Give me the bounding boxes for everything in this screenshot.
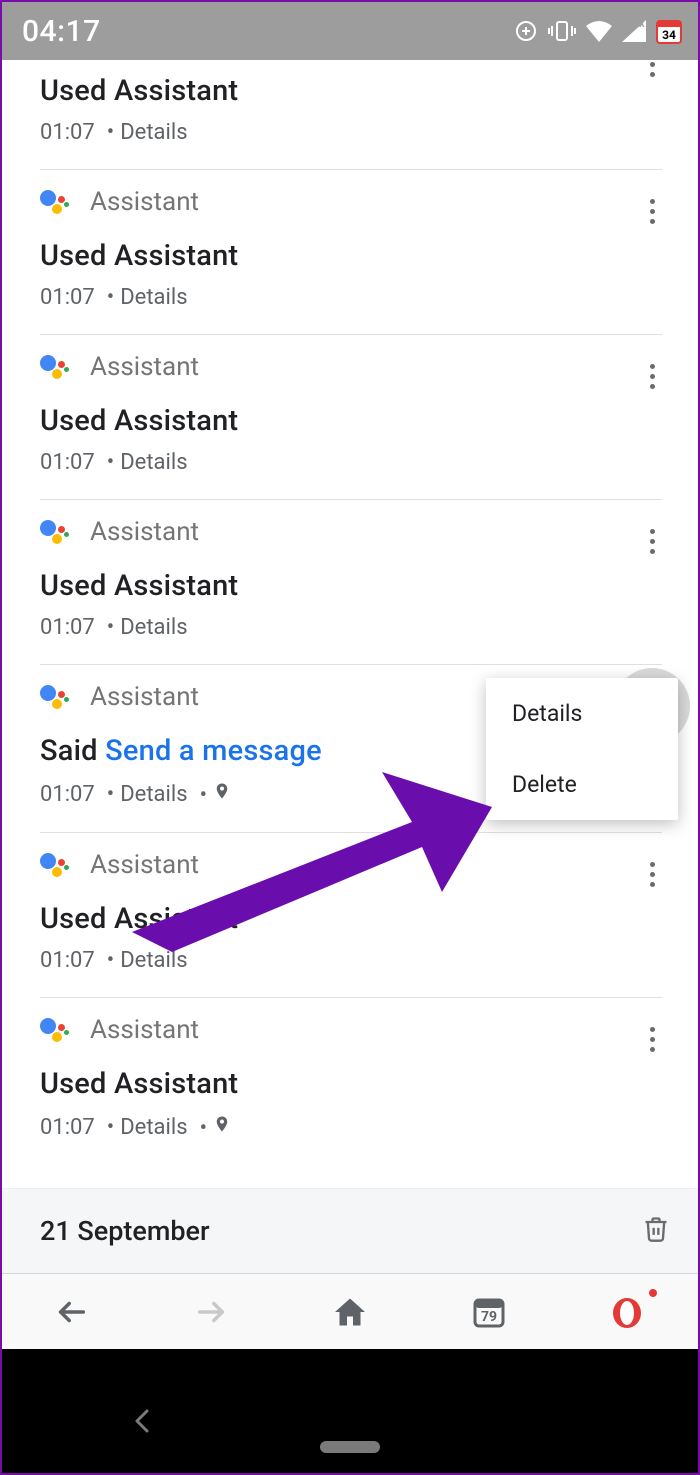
context-menu: Details Delete <box>486 678 678 820</box>
more-options-button[interactable] <box>630 1017 674 1061</box>
svg-text:34: 34 <box>662 28 676 42</box>
activity-time: 01:07 <box>40 782 95 807</box>
menu-item-delete[interactable]: Delete <box>486 749 678 820</box>
more-options-button[interactable] <box>630 354 674 398</box>
nav-forward-button[interactable] <box>176 1287 246 1337</box>
activity-title: Used Assistant <box>40 1067 674 1101</box>
details-link[interactable]: Details <box>101 120 188 145</box>
system-home-pill[interactable] <box>320 1441 380 1453</box>
details-link[interactable]: Details <box>101 948 188 973</box>
activity-item[interactable]: Assistant Used Assistant 01:07 Details <box>2 499 698 664</box>
notification-dot-icon <box>649 1289 657 1297</box>
status-bar: 04:17 X 34 <box>2 2 698 60</box>
activity-time: 01:07 <box>40 285 95 310</box>
source-label: Assistant <box>90 187 199 217</box>
activity-title: Used Assistant <box>40 239 674 273</box>
source-label: Assistant <box>90 352 199 382</box>
delete-day-button[interactable] <box>642 1213 670 1249</box>
activity-title: Used Assistant <box>40 902 674 936</box>
details-link[interactable]: Details <box>101 1115 188 1140</box>
activity-item[interactable]: Assistant Used Assistant 01:07 Details <box>2 832 698 997</box>
activity-subline: 01:07 Details <box>40 450 674 475</box>
status-time: 04:17 <box>22 14 101 49</box>
nav-home-button[interactable] <box>315 1287 385 1337</box>
activity-title: Used Assistant <box>40 569 674 603</box>
data-saver-icon <box>514 19 538 43</box>
more-options-button[interactable] <box>630 852 674 896</box>
status-icons: X 34 <box>514 18 682 44</box>
activity-title: Used Assistant <box>40 74 674 108</box>
activity-title: Used Assistant <box>40 404 674 438</box>
assistant-icon <box>40 353 68 381</box>
nav-tabs-button[interactable]: 79 <box>454 1287 524 1337</box>
activity-time: 01:07 <box>40 120 95 145</box>
activity-item[interactable]: Assistant Used Assistant 01:07 Details <box>2 334 698 499</box>
system-back-button[interactable] <box>132 1407 152 1435</box>
system-nav-bar <box>2 1349 698 1473</box>
activity-time: 01:07 <box>40 450 95 475</box>
source-label: Assistant <box>90 1015 199 1045</box>
nav-back-button[interactable] <box>37 1287 107 1337</box>
activity-list[interactable]: Assistant Used Assistant 01:07 Details A… <box>2 60 698 1273</box>
activity-subline: 01:07 Details <box>40 285 674 310</box>
activity-subline: 01:07 Details <box>40 1113 674 1141</box>
more-options-button[interactable] <box>630 519 674 563</box>
details-link[interactable]: Details <box>101 285 188 310</box>
menu-item-details[interactable]: Details <box>486 678 678 749</box>
svg-text:X: X <box>639 20 645 30</box>
source-label: Assistant <box>90 682 199 712</box>
nav-opera-button[interactable] <box>593 1287 663 1337</box>
location-icon <box>194 1113 231 1141</box>
date-section: 21 September <box>2 1188 698 1273</box>
signal-icon: X <box>622 20 646 42</box>
said-prefix: Said <box>40 734 105 768</box>
wifi-icon <box>586 20 612 42</box>
activity-subline: 01:07 Details <box>40 948 674 973</box>
more-options-button[interactable] <box>630 189 674 233</box>
activity-time: 01:07 <box>40 1115 95 1140</box>
activity-time: 01:07 <box>40 948 95 973</box>
assistant-icon <box>40 188 68 216</box>
details-link[interactable]: Details <box>101 782 188 807</box>
activity-item[interactable]: Assistant Used Assistant 01:07 Details <box>2 169 698 334</box>
svg-text:79: 79 <box>481 1309 497 1325</box>
activity-subline: 01:07 Details <box>40 615 674 640</box>
details-link[interactable]: Details <box>101 450 188 475</box>
activity-time: 01:07 <box>40 615 95 640</box>
vibrate-icon <box>548 19 576 43</box>
activity-item[interactable]: Assistant Used Assistant 01:07 Details <box>2 997 698 1165</box>
location-icon <box>194 780 231 808</box>
assistant-icon <box>40 683 68 711</box>
source-label: Assistant <box>90 517 199 547</box>
assistant-icon <box>40 518 68 546</box>
assistant-icon <box>40 1016 68 1044</box>
browser-nav-bar: 79 <box>2 1273 698 1349</box>
device-frame: 04:17 X 34 Assistant Used Assistant 01:0… <box>0 0 700 1475</box>
details-link[interactable]: Details <box>101 615 188 640</box>
activity-item[interactable]: Assistant Used Assistant 01:07 Details <box>2 60 698 169</box>
activity-subline: 01:07 Details <box>40 120 674 145</box>
date-label: 21 September <box>40 1215 210 1247</box>
calendar-badge-icon: 34 <box>656 18 682 44</box>
assistant-icon <box>40 851 68 879</box>
said-link[interactable]: Send a message <box>105 734 322 768</box>
source-label: Assistant <box>90 850 199 880</box>
